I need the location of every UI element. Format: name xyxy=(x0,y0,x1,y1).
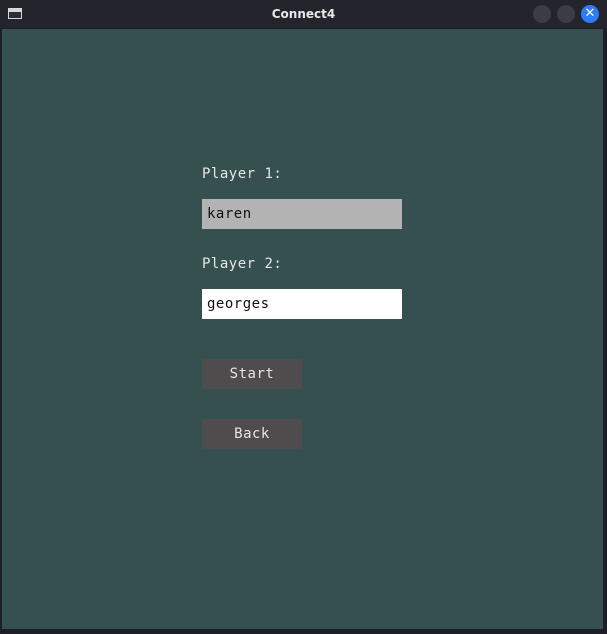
close-icon: ✕ xyxy=(584,6,596,21)
title-bar[interactable]: Connect4 ✕ xyxy=(0,0,607,28)
app-window: Connect4 ✕ Player 1: Player 2: Start Bac… xyxy=(0,0,607,634)
maximize-button[interactable] xyxy=(557,5,575,23)
start-button[interactable]: Start xyxy=(202,359,302,389)
back-button[interactable]: Back xyxy=(202,419,302,449)
player1-label: Player 1: xyxy=(202,166,283,182)
minimize-button[interactable] xyxy=(533,5,551,23)
close-button[interactable]: ✕ xyxy=(581,5,599,23)
player-setup-panel: Player 1: Player 2: Start Back xyxy=(2,29,603,629)
window-title: Connect4 xyxy=(271,7,336,21)
player2-name-input[interactable] xyxy=(202,289,402,319)
player2-label: Player 2: xyxy=(202,256,283,272)
player1-name-input[interactable] xyxy=(202,199,402,229)
